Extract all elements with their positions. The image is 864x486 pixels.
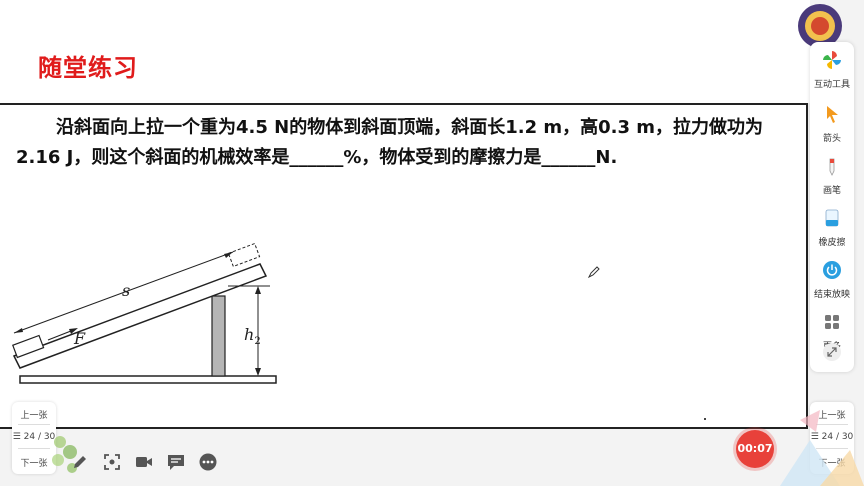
- pinwheel-icon: [823, 51, 841, 69]
- diagram-label-h-main: h: [244, 325, 254, 344]
- decorative-shapes: [780, 410, 864, 486]
- diagram-label-F: F: [73, 329, 86, 348]
- pen-icon: [829, 158, 835, 176]
- toolbar-interactive-tools[interactable]: 互动工具: [810, 44, 854, 96]
- toolbar-eraser[interactable]: 橡皮擦: [810, 202, 854, 254]
- video-camera-icon[interactable]: [134, 452, 154, 472]
- pen-icon[interactable]: [70, 452, 90, 472]
- toolbar-label: 互动工具: [813, 80, 850, 90]
- pencil-cursor-icon: [588, 266, 600, 278]
- more-options-icon[interactable]: [198, 452, 218, 472]
- toolbar-label: 画笔: [822, 186, 841, 196]
- toolbar-arrow[interactable]: 箭头: [810, 98, 854, 150]
- toolbar-label: 橡皮擦: [818, 238, 846, 248]
- eraser-icon: [825, 209, 839, 227]
- diagram-label-s: s: [122, 281, 130, 300]
- collapse-icon: [823, 343, 841, 361]
- chat-icon[interactable]: [166, 452, 186, 472]
- menu-icon: ☰: [12, 432, 24, 442]
- problem-text: 沿斜面向上拉一个重为4.5 N的物体到斜面顶端，斜面长1.2 m，高0.3 m，…: [16, 113, 796, 173]
- grid-icon: [825, 315, 839, 329]
- presentation-toolbar: 互动工具 箭头 画笔 橡皮擦 结束放映: [810, 42, 854, 372]
- problem-text-content: 沿斜面向上拉一个重为4.5 N的物体到斜面顶端，斜面长1.2 m，高0.3 m，…: [16, 117, 764, 168]
- toolbar-end-show[interactable]: 结束放映: [810, 254, 854, 306]
- power-icon: [823, 261, 841, 279]
- prev-slide-button[interactable]: 上一张: [12, 408, 56, 421]
- toolbar-collapse[interactable]: [810, 338, 854, 368]
- incline-diagram: s F h2: [12, 242, 277, 384]
- timer-badge[interactable]: 00:07: [736, 430, 774, 468]
- screenshot-icon[interactable]: [102, 452, 122, 472]
- toolbar-label: 结束放映: [813, 290, 850, 300]
- stray-dot: [704, 418, 706, 420]
- presentation-stage: 随堂练习 沿斜面向上拉一个重为4.5 N的物体到斜面顶端，斜面长1.2 m，高0…: [0, 0, 864, 486]
- toolbar-pen[interactable]: 画笔: [810, 150, 854, 202]
- toolbar-label: 箭头: [822, 134, 841, 144]
- slide-title: 随堂练习: [38, 54, 138, 82]
- arrow-cursor-icon: [827, 106, 838, 123]
- diagram-label-h-subscript: 2: [254, 336, 260, 347]
